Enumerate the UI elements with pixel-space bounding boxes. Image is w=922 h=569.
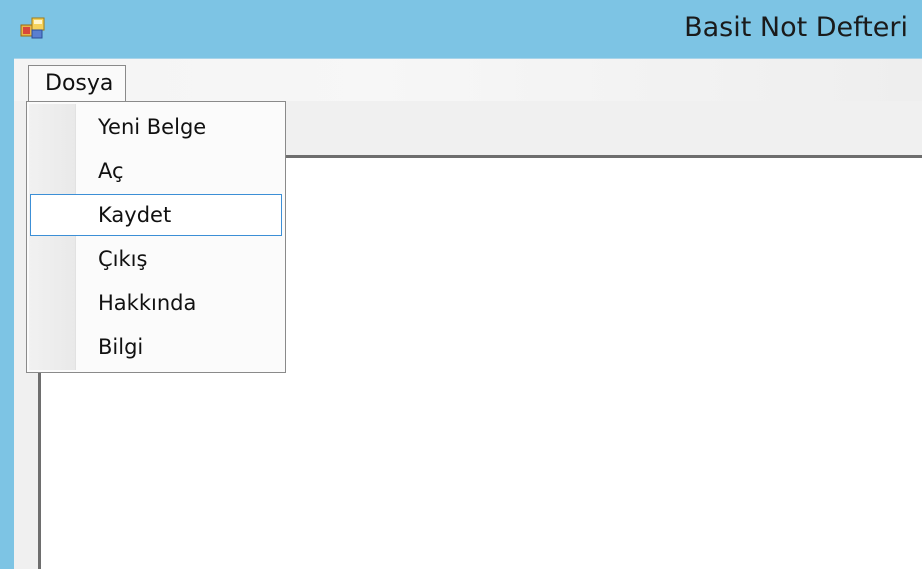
app-window-icon[interactable] (20, 16, 46, 40)
menu-item-cikis[interactable]: Çıkış (30, 238, 282, 280)
menu-item-yeni-belge[interactable]: Yeni Belge (30, 106, 282, 148)
menu-item-ac[interactable]: Aç (30, 150, 282, 192)
app-window: Basit Not Defteri Dosya Yeni Belge Aç Ka… (0, 0, 922, 569)
title-bar[interactable]: Basit Not Defteri (0, 0, 922, 58)
dosya-dropdown-menu: Yeni Belge Aç Kaydet Çıkış Hakkında Bilg… (26, 101, 286, 373)
menu-item-kaydet[interactable]: Kaydet (30, 194, 282, 236)
menu-item-hakkinda[interactable]: Hakkında (30, 282, 282, 324)
menu-bar (14, 59, 922, 101)
menu-dosya[interactable]: Dosya (28, 65, 126, 103)
window-title: Basit Not Defteri (684, 12, 908, 43)
menu-item-bilgi[interactable]: Bilgi (30, 326, 282, 368)
